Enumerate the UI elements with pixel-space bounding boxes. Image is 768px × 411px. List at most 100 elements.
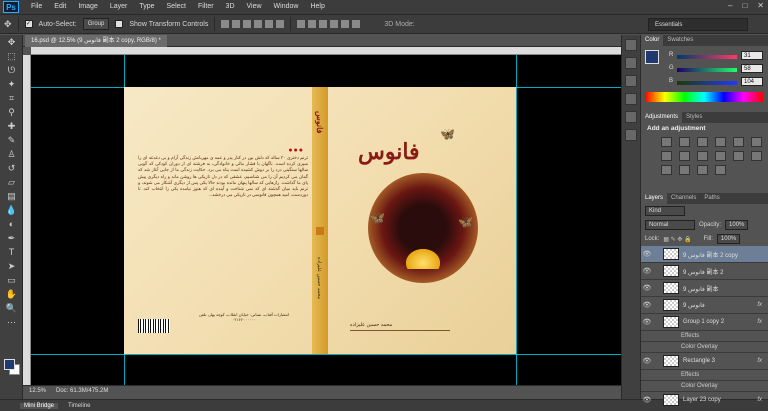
healing-brush-icon[interactable]: ✚ <box>4 120 19 133</box>
hue-sat-icon[interactable] <box>751 137 762 147</box>
distribute-right-icon[interactable] <box>352 20 361 28</box>
color-swatches[interactable] <box>4 359 20 375</box>
tab-timeline[interactable]: Timeline <box>68 403 90 409</box>
menu-3d[interactable]: 3D <box>220 0 241 14</box>
tab-layers[interactable]: Layers <box>641 193 668 204</box>
clone-source-icon[interactable] <box>625 129 637 141</box>
color-overlay-row[interactable]: Color Overlay <box>641 342 768 353</box>
color-lookup-icon[interactable] <box>733 151 744 161</box>
threshold-icon[interactable] <box>679 165 690 175</box>
green-slider[interactable]: G 58 <box>669 64 765 75</box>
eye-icon[interactable]: 👁 <box>641 267 653 275</box>
tab-mini-bridge[interactable]: Mini Bridge <box>20 402 59 409</box>
eye-icon[interactable]: 👁 <box>641 284 653 292</box>
effects-row[interactable]: Effects <box>641 370 768 381</box>
zoom-tool-icon[interactable]: 🔍 <box>4 302 19 315</box>
foreground-color-swatch[interactable] <box>645 50 659 64</box>
align-bottom-icon[interactable] <box>243 20 252 28</box>
fx-icon[interactable]: fx <box>757 302 762 308</box>
distribute-vcenter-icon[interactable] <box>308 20 317 28</box>
move-tool-icon[interactable]: ✥ <box>4 19 12 30</box>
distribute-bottom-icon[interactable] <box>319 20 328 28</box>
distribute-hcenter-icon[interactable] <box>341 20 350 28</box>
blue-slider[interactable]: B 104 <box>669 77 765 88</box>
color-overlay-row[interactable]: Color Overlay <box>641 381 768 392</box>
align-top-icon[interactable] <box>221 20 230 28</box>
black-white-icon[interactable] <box>679 151 690 161</box>
menu-filter[interactable]: Filter <box>192 0 220 14</box>
red-slider[interactable]: R 31 <box>669 51 765 62</box>
menu-select[interactable]: Select <box>161 0 192 14</box>
brightness-icon[interactable] <box>661 137 672 147</box>
crop-tool-icon[interactable]: ⌗ <box>4 92 19 105</box>
lock-icons[interactable]: ▦ ✎ ✥ 🔒 <box>663 236 691 243</box>
layer-row[interactable]: 👁 فانوس 9 副本 2 <box>641 263 768 280</box>
curves-icon[interactable] <box>697 137 708 147</box>
red-value[interactable]: 31 <box>741 51 763 60</box>
tab-swatches[interactable]: Swatches <box>663 35 697 46</box>
menu-type[interactable]: Type <box>133 0 160 14</box>
menu-window[interactable]: Window <box>268 0 305 14</box>
layer-row[interactable]: 👁 Layer 23 copy fx <box>641 392 768 409</box>
minimize-button[interactable]: – <box>728 1 732 10</box>
eye-icon[interactable]: 👁 <box>641 250 653 258</box>
align-right-icon[interactable] <box>276 20 285 28</box>
magic-wand-icon[interactable]: ✦ <box>4 78 19 91</box>
vibrance-icon[interactable] <box>733 137 744 147</box>
show-transform-checkbox[interactable] <box>115 20 124 28</box>
workspace-dropdown[interactable]: Essentials <box>648 18 748 31</box>
menu-help[interactable]: Help <box>304 0 330 14</box>
character-icon[interactable] <box>625 75 637 87</box>
blur-tool-icon[interactable]: 💧 <box>4 204 19 217</box>
document-tab[interactable]: 16.psd @ 12.5% (فانوس 9 副本 2 copy, RGB/8… <box>25 35 167 47</box>
eyedropper-icon[interactable]: ⚲ <box>4 106 19 119</box>
selective-color-icon[interactable] <box>715 165 726 175</box>
posterize-icon[interactable] <box>661 165 672 175</box>
layer-row[interactable]: 👁 Rectangle 3 fx <box>641 353 768 370</box>
foreground-color-swatch[interactable] <box>4 359 15 370</box>
tab-channels[interactable]: Channels <box>667 193 700 204</box>
fx-icon[interactable]: fx <box>757 397 762 403</box>
exposure-icon[interactable] <box>715 137 726 147</box>
green-slider-track[interactable] <box>677 68 737 72</box>
eye-icon[interactable]: 👁 <box>641 357 653 365</box>
stamp-tool-icon[interactable]: ♙ <box>4 148 19 161</box>
layer-row[interactable]: 👁 فانوس 9 副本 2 copy <box>641 246 768 263</box>
align-vcenter-icon[interactable] <box>232 20 241 28</box>
opacity-input[interactable]: 100% <box>725 220 749 230</box>
blue-value[interactable]: 104 <box>741 77 763 86</box>
effects-row[interactable]: Effects <box>641 331 768 342</box>
eye-icon[interactable]: 👁 <box>641 396 653 404</box>
eye-icon[interactable]: 👁 <box>641 301 653 309</box>
kind-filter-dropdown[interactable]: Kind <box>645 206 685 216</box>
auto-select-dropdown[interactable]: Group <box>82 18 110 30</box>
blue-slider-track[interactable] <box>677 81 737 85</box>
green-value[interactable]: 58 <box>741 64 763 73</box>
path-select-icon[interactable]: ➤ <box>4 260 19 273</box>
blend-mode-dropdown[interactable]: Normal <box>645 220 695 230</box>
invert-icon[interactable] <box>751 151 762 161</box>
levels-icon[interactable] <box>679 137 690 147</box>
photo-filter-icon[interactable] <box>697 151 708 161</box>
gradient-tool-icon[interactable]: ▤ <box>4 190 19 203</box>
zoom-level[interactable]: 12.5% <box>29 388 46 394</box>
shape-tool-icon[interactable]: ▭ <box>4 274 19 287</box>
maximize-button[interactable]: □ <box>742 1 747 10</box>
tab-adjustments[interactable]: Adjustments <box>641 112 683 123</box>
tab-color[interactable]: Color <box>641 35 664 46</box>
distribute-top-icon[interactable] <box>297 20 306 28</box>
layer-row[interactable]: 👁 فانوس 9 副本 <box>641 280 768 297</box>
tab-paths[interactable]: Paths <box>700 193 723 204</box>
menu-layer[interactable]: Layer <box>104 0 134 14</box>
align-hcenter-icon[interactable] <box>265 20 274 28</box>
more-tools-icon[interactable]: ⋯ <box>4 316 19 329</box>
eraser-tool-icon[interactable]: ▱ <box>4 176 19 189</box>
layer-row[interactable]: 👁 Group 1 copy 2 fx <box>641 314 768 331</box>
color-balance-icon[interactable] <box>661 151 672 161</box>
brush-presets-icon[interactable] <box>625 111 637 123</box>
fill-input[interactable]: 100% <box>716 234 741 244</box>
lasso-tool-icon[interactable]: ᘎ <box>4 64 19 77</box>
fx-icon[interactable]: fx <box>757 319 762 325</box>
color-spectrum[interactable] <box>645 92 763 102</box>
paragraph-icon[interactable] <box>625 93 637 105</box>
